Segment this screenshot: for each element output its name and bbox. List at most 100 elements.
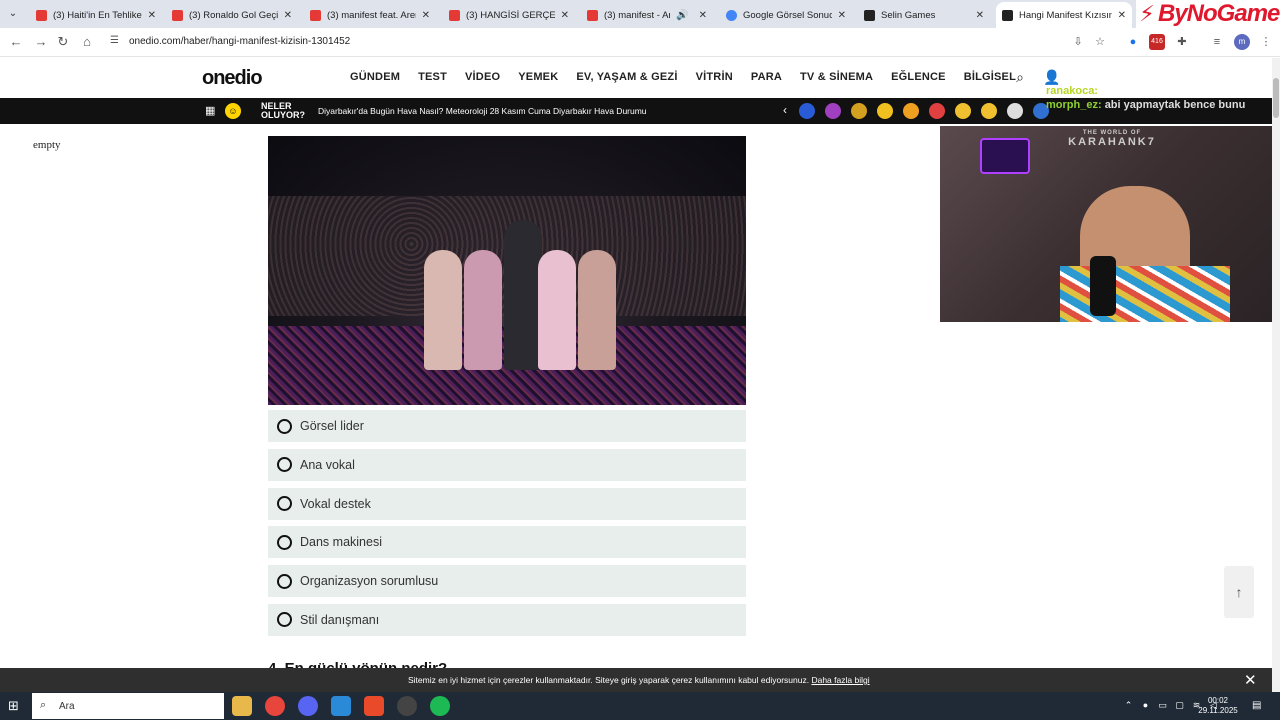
reaction-icon[interactable] [1007,103,1023,119]
close-tab-icon[interactable]: ✕ [561,10,569,21]
scrollbar-thumb[interactable] [1273,78,1279,118]
home-icon[interactable]: ⌂ [79,34,95,50]
browser-tab[interactable]: (3) Haiti'in En Tehlikeli Çet ✕ [30,2,162,28]
browser-tab[interactable]: Selin Games ✕ [858,2,990,28]
network-icon[interactable]: ▢ [1174,700,1185,711]
nav-gundem[interactable]: GÜNDEM [350,71,400,83]
radio-button[interactable] [277,534,292,550]
browser-tab[interactable]: (3) manifest - Anyo (2 🔊 ✕ [581,2,713,28]
reaction-icon[interactable] [851,103,867,119]
install-app-icon[interactable]: ⇩ [1070,34,1086,50]
reaction-icon[interactable] [825,103,841,119]
extension-badge[interactable]: 416 [1149,34,1165,50]
app-icon[interactable] [331,696,351,716]
close-icon[interactable]: ✕ [1244,671,1257,689]
close-tab-icon[interactable]: ✕ [838,10,846,21]
nav-bilgisel[interactable]: BİLGİSEL [964,71,1016,83]
reaction-icon[interactable] [981,103,997,119]
reaction-icon[interactable] [799,103,815,119]
reload-icon[interactable]: ↻ [55,34,71,50]
extension-icon[interactable]: ● [1125,34,1141,50]
search-icon[interactable]: ⌕ [1012,69,1028,85]
search-icon: ⌕ [40,699,47,711]
media-control-icon[interactable]: ≡ [1209,34,1225,50]
nav-tv-sinema[interactable]: TV & SİNEMA [800,71,873,83]
forward-arrow-icon[interactable]: → [33,34,49,50]
radio-button[interactable] [277,496,292,512]
taskbar-clock[interactable]: 00:02 29.11.2025 [1198,696,1238,716]
reaction-icon[interactable] [929,103,945,119]
scroll-to-top-button[interactable]: ↑ [1224,566,1254,618]
close-tab-icon[interactable]: ✕ [148,10,156,21]
site-favicon-icon [864,9,875,21]
youtube-icon [36,9,47,21]
site-info-icon[interactable]: ☰ [110,35,119,46]
brave-icon[interactable] [364,696,384,716]
radio-button[interactable] [277,418,292,434]
grid-icon[interactable]: ▦ [205,104,215,117]
back-arrow-icon[interactable]: ← [8,34,24,50]
file-explorer-icon[interactable] [232,696,252,716]
option-label: Görsel lider [300,419,364,433]
browser-tab[interactable]: (3) manifest feat. Arem & ✕ [304,2,436,28]
close-tab-icon[interactable]: ✕ [1118,10,1126,21]
quiz-option[interactable]: Stil danışmanı [268,603,746,636]
close-tab-icon[interactable]: ✕ [699,10,707,21]
chevron-left-icon[interactable]: ‹ [783,103,787,117]
chrome-icon[interactable] [265,696,285,716]
onedio-logo[interactable]: onedio [202,67,263,90]
ad-placeholder-label: empty [33,139,61,151]
quiz-option[interactable]: Görsel lider [268,410,746,442]
display-icon[interactable]: ▭ [1157,700,1168,711]
profile-avatar[interactable]: m [1234,34,1250,50]
radio-button[interactable] [277,612,292,628]
radio-button[interactable] [277,573,292,589]
performer-shape [424,250,462,370]
reaction-icon[interactable] [955,103,971,119]
nav-test[interactable]: TEST [418,71,447,83]
chevron-up-icon[interactable]: ⌃ [1123,700,1134,711]
page-scrollbar[interactable] [1272,58,1280,692]
tab-title: Hangi Manifest Kızısın? - [1019,9,1112,21]
quiz-option[interactable]: Ana vokal [268,448,746,481]
discord-icon[interactable] [298,696,318,716]
reaction-icon[interactable] [903,103,919,119]
close-tab-icon[interactable]: ✕ [284,10,292,21]
windows-start-icon[interactable]: ⊞ [8,698,24,714]
quiz-option[interactable]: Vokal destek [268,487,746,520]
browser-tab[interactable]: (3) HANGİSİ GERÇEK DOF ✕ [443,2,575,28]
bynogame-overlay-logo: ⚡ ByNoGame [1136,0,1280,28]
nav-yemek[interactable]: YEMEK [518,71,558,83]
youtube-icon [172,9,183,21]
news-headline[interactable]: Diyarbakır'da Bugün Hava Nasıl? Meteorol… [318,106,647,116]
nav-vitrin[interactable]: VİTRİN [696,71,733,83]
microphone-icon[interactable]: ● [1140,700,1151,711]
extensions-puzzle-icon[interactable]: ✚ [1174,34,1190,50]
speaker-icon[interactable]: 🔊 [676,10,688,21]
browser-tab[interactable]: Google Görsel Sonucu ✕ [720,2,852,28]
nav-ev-yasam-gezi[interactable]: EV, YAŞAM & GEZİ [576,71,677,83]
tab-search-chevron-icon[interactable]: ⌄ [4,5,22,23]
spotify-icon[interactable] [430,696,450,716]
reaction-icon[interactable] [877,103,893,119]
browser-tab[interactable]: (3) Ronaldo Gol Geçirmez ✕ [166,2,298,28]
browser-tab-active[interactable]: Hangi Manifest Kızısın? - ✕ [996,2,1132,28]
quiz-option[interactable]: Dans makinesi [268,526,746,559]
close-tab-icon[interactable]: ✕ [422,10,430,21]
close-tab-icon[interactable]: ✕ [976,10,984,21]
radio-button[interactable] [277,457,292,473]
menu-kebab-icon[interactable]: ⋮ [1258,34,1274,50]
notification-icon[interactable]: ▤ [1252,700,1264,712]
user-icon[interactable]: 👤 [1043,69,1060,85]
bookmark-star-icon[interactable]: ☆ [1092,34,1108,50]
neler-oluyor-label: NELER OLUYOR? [261,101,305,120]
cookie-more-info-link[interactable]: Daha fazla bilgi [811,675,869,685]
quiz-option[interactable]: Organizasyon sorumlusu [268,565,746,598]
nav-eglence[interactable]: EĞLENCE [891,71,946,83]
nav-video[interactable]: VİDEO [465,71,500,83]
webcam-brand: THE WORLD OF KARAHANK7 [1068,130,1156,148]
obs-icon[interactable] [397,696,417,716]
address-bar[interactable]: ☰ onedio.com/haber/hangi-manifest-kizisi… [104,31,1124,53]
taskbar-search[interactable]: ⌕ Ara [32,693,224,719]
nav-para[interactable]: PARA [751,71,782,83]
